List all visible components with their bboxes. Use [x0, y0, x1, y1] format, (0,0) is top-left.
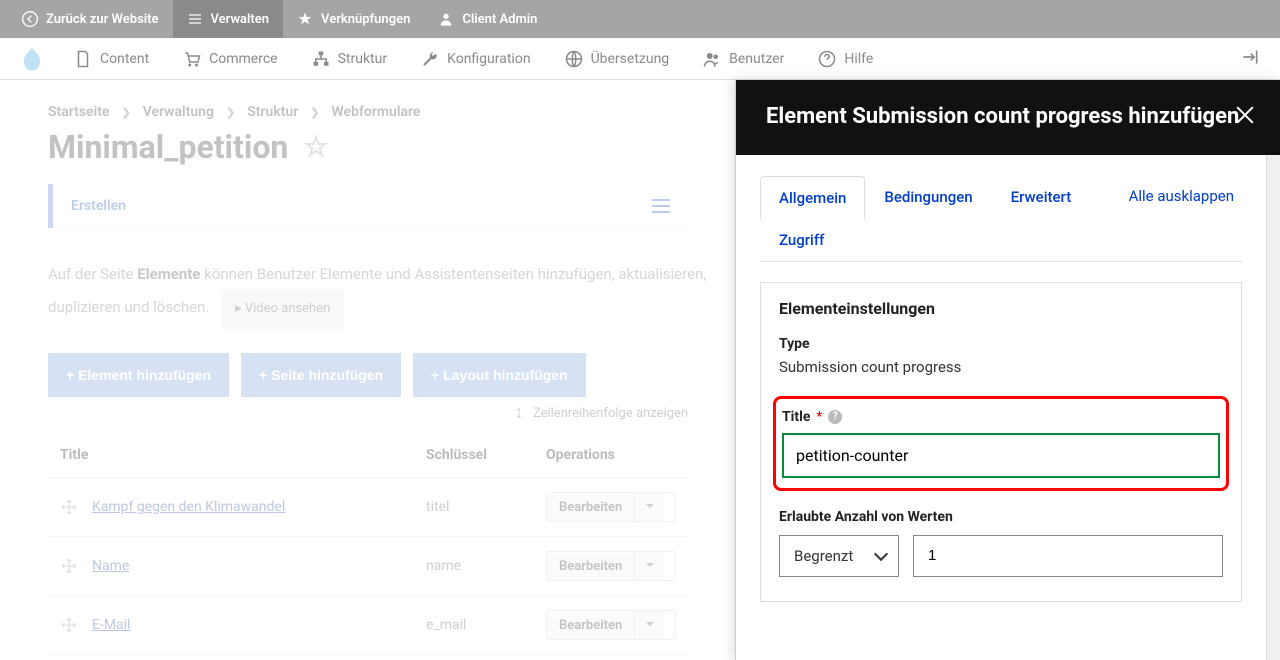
- title-input[interactable]: [782, 433, 1220, 478]
- nav-commerce[interactable]: Commerce: [167, 38, 293, 80]
- nav-structure[interactable]: Struktur: [296, 38, 404, 80]
- type-label: Type: [779, 336, 1223, 352]
- help-icon: [818, 50, 836, 68]
- tab-conditions[interactable]: Bedingungen: [865, 175, 991, 218]
- hamburger-icon: [187, 11, 203, 27]
- allowed-count-input[interactable]: [913, 535, 1223, 577]
- title-field-highlight: Title * ?: [773, 396, 1229, 491]
- star-icon: [297, 11, 313, 27]
- document-icon: [74, 50, 92, 68]
- shortcuts-label: Verknüpfungen: [321, 12, 410, 27]
- panel-tabs: Allgemein Bedingungen Erweitert Alle aus…: [760, 175, 1242, 262]
- nav-help[interactable]: Hilfe: [802, 38, 889, 80]
- globe-icon: [565, 50, 583, 68]
- shortcuts-link[interactable]: Verknüpfungen: [283, 0, 424, 38]
- allowed-mode-select[interactable]: Begrenzt: [779, 535, 899, 577]
- manage-link[interactable]: Verwalten: [173, 0, 284, 38]
- tab-access[interactable]: Zugriff: [760, 218, 1242, 261]
- expand-all-link[interactable]: Alle ausklappen: [1121, 175, 1242, 217]
- help-icon[interactable]: ?: [828, 410, 842, 424]
- element-settings-panel: Element Submission count progress hinzuf…: [735, 80, 1280, 660]
- nav-content[interactable]: Content: [58, 38, 165, 80]
- secondary-nav: Content Commerce Struktur Konfiguration …: [0, 38, 1280, 80]
- back-arrow-icon: [22, 11, 38, 27]
- structure-icon: [312, 50, 330, 68]
- nav-collapse-icon[interactable]: [1228, 47, 1272, 71]
- admin-toolbar: Zurück zur Website Verwalten Verknüpfung…: [0, 0, 1280, 38]
- user-link[interactable]: Client Admin: [424, 0, 551, 38]
- scrollbar[interactable]: [1266, 80, 1280, 660]
- user-icon: [438, 11, 454, 27]
- title-label: Title: [782, 409, 810, 425]
- back-label: Zurück zur Website: [46, 12, 159, 27]
- manage-label: Verwalten: [211, 12, 270, 27]
- nav-users[interactable]: Benutzer: [687, 38, 800, 80]
- cart-icon: [183, 50, 201, 68]
- element-settings-box: Elementeinstellungen Type Submission cou…: [760, 282, 1242, 602]
- drupal-logo-icon: [18, 45, 46, 73]
- back-to-site-link[interactable]: Zurück zur Website: [8, 0, 173, 38]
- users-icon: [703, 50, 721, 68]
- panel-header: Element Submission count progress hinzuf…: [736, 80, 1280, 155]
- close-icon[interactable]: [1236, 106, 1254, 124]
- user-label: Client Admin: [462, 12, 537, 27]
- nav-translation[interactable]: Übersetzung: [549, 38, 686, 80]
- panel-title: Element Submission count progress hinzuf…: [766, 102, 1250, 133]
- nav-config[interactable]: Konfiguration: [405, 38, 546, 80]
- allowed-values-label: Erlaubte Anzahl von Werten: [779, 509, 1223, 525]
- tab-general[interactable]: Allgemein: [760, 176, 865, 219]
- type-value: Submission count progress: [779, 358, 1223, 376]
- settings-heading: Elementeinstellungen: [779, 299, 1223, 318]
- required-marker: *: [816, 409, 822, 425]
- wrench-icon: [421, 50, 439, 68]
- tab-advanced[interactable]: Erweitert: [992, 175, 1091, 218]
